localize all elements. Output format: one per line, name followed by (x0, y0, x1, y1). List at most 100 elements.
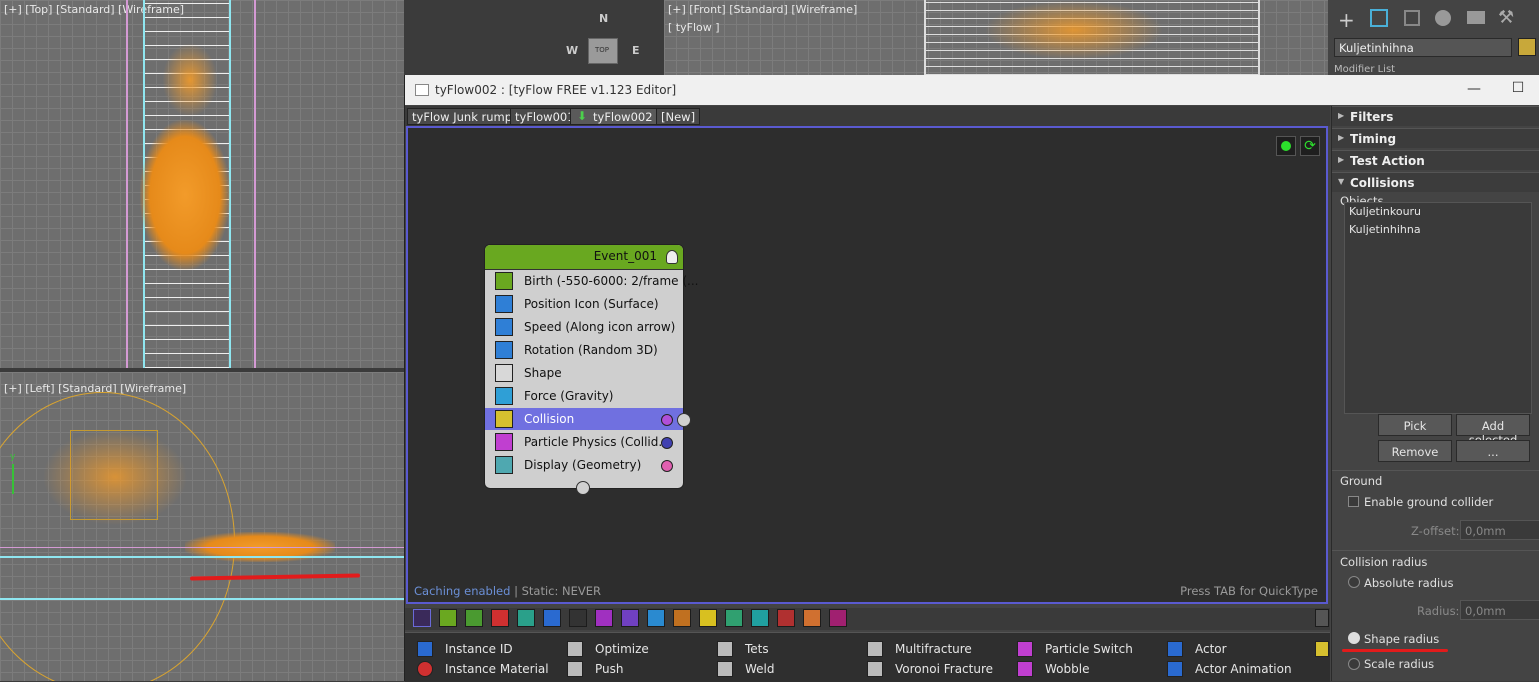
category-arrow-icon[interactable] (751, 609, 769, 627)
physics-output-dot[interactable] (661, 437, 673, 449)
category-cyan-icon[interactable] (647, 609, 665, 627)
operator-speed-label: Speed (Along icon arrow) (524, 320, 676, 334)
create-tab-icon[interactable]: + (1338, 8, 1355, 32)
category-magenta-icon[interactable] (829, 609, 847, 627)
collision-output-connector[interactable] (677, 413, 691, 427)
operator-particle-physics[interactable]: Particle Physics (Collid... (485, 431, 683, 453)
operator-force[interactable]: Force (Gravity) (485, 385, 683, 407)
operator-shape[interactable]: Shape (485, 362, 683, 384)
refresh-button[interactable]: ⟳ (1300, 136, 1320, 156)
event-bulb-icon[interactable] (666, 250, 678, 264)
operator-rotation[interactable]: Rotation (Random 3D) (485, 339, 683, 361)
object-name-field[interactable]: Kuljetinhihna (1334, 38, 1512, 57)
category-green-icon[interactable] (465, 609, 483, 627)
operator-display-label: Display (Geometry) (524, 458, 642, 472)
viewport-top[interactable]: [+] [Top] [Standard] [Wireframe] (0, 0, 404, 368)
object-color-swatch[interactable] (1518, 38, 1536, 56)
refresh-icon: ⟳ (1304, 138, 1316, 154)
category-blue-icon[interactable] (543, 609, 561, 627)
maximize-button[interactable]: ☐ (1503, 80, 1533, 96)
category-orange-icon[interactable] (673, 609, 691, 627)
force-icon (495, 387, 513, 405)
category-dark-icon[interactable] (569, 609, 587, 627)
add-selected-button[interactable]: Add selected (1456, 414, 1530, 447)
operator-birth[interactable]: Birth (-550-6000: 2/frame (... (485, 270, 698, 292)
operator-collision[interactable]: Collision (485, 408, 683, 430)
enable-ground-checkbox[interactable] (1348, 496, 1359, 507)
object-list-item[interactable]: Kuljetinhihna (1345, 221, 1531, 239)
event-title[interactable]: Event_001 (485, 245, 683, 270)
rollout-timing[interactable]: ▶ Timing (1332, 128, 1539, 148)
category-seagreen-icon[interactable] (725, 609, 743, 627)
tab-tyflow002[interactable]: ⬇ tyFlow002 (570, 108, 658, 125)
ground-label: Ground (1340, 474, 1383, 488)
editor-titlebar[interactable]: tyFlow002 : [tyFlow FREE v1.123 Editor] … (405, 75, 1539, 105)
rollout-collisions[interactable]: ▼ Collisions (1332, 172, 1539, 192)
collapsed-arrow-icon: ▶ (1338, 111, 1345, 120)
hierarchy-tab-icon[interactable] (1404, 10, 1420, 26)
viewport-left[interactable]: [+] [Left] [Standard] [Wireframe] y (0, 372, 404, 681)
speed-icon (495, 318, 513, 336)
absolute-radius-radio[interactable] (1348, 576, 1360, 588)
operator-speed[interactable]: Speed (Along icon arrow) (485, 316, 683, 338)
event-node[interactable]: Event_001 Birth (-550-6000: 2/frame (...… (484, 244, 698, 495)
viewport-front-sub-label[interactable]: [ tyFlow ] (668, 21, 720, 34)
rollout-filters[interactable]: ▶ Filters (1332, 106, 1539, 126)
status-bar-left: Caching enabled | Static: NEVER (414, 584, 601, 598)
particles-top-2 (160, 40, 220, 120)
category-teal-icon[interactable] (517, 609, 535, 627)
display-tab-icon[interactable] (1467, 11, 1485, 24)
shape-icon (495, 364, 513, 382)
editor-title: tyFlow002 : [tyFlow FREE v1.123 Editor] (435, 83, 677, 97)
category-red-icon[interactable] (777, 609, 795, 627)
enable-sim-button[interactable] (1276, 136, 1296, 156)
push-icon (567, 661, 583, 677)
remove-button[interactable]: Remove (1378, 440, 1452, 462)
scale-radius-radio[interactable] (1348, 658, 1360, 670)
instance-material-icon (417, 661, 433, 677)
particles-left (40, 427, 190, 527)
weld-icon (717, 661, 733, 677)
category-gradient-icon[interactable] (803, 609, 821, 627)
object-list-item[interactable]: Kuljetinkouru (1345, 203, 1531, 221)
motion-tab-icon[interactable] (1435, 10, 1451, 26)
operator-birth-label: Birth (-550-6000: 2/frame (... (524, 274, 699, 288)
modify-tab-icon[interactable] (1370, 9, 1388, 27)
rotation-icon (495, 341, 513, 359)
category-delete-icon[interactable] (491, 609, 509, 627)
rollout-test-action[interactable]: ▶ Test Action (1332, 150, 1539, 170)
display-output-dot[interactable] (661, 460, 673, 472)
compass-e: E (632, 44, 640, 57)
radius-label: Radius: (1417, 604, 1460, 618)
collision-icon (495, 410, 513, 428)
shape-radius-label: Shape radius (1364, 632, 1440, 646)
particles-front (984, 0, 1164, 60)
instance-id-icon (417, 641, 433, 657)
physics-icon (495, 433, 513, 451)
category-yellow-icon[interactable] (699, 609, 717, 627)
flow-canvas[interactable]: ⟳ Event_001 Birth (-550-6000: 2/frame (.… (406, 126, 1328, 604)
category-scroll-icon[interactable] (1315, 609, 1329, 627)
objects-listbox[interactable]: Kuljetinkouru Kuljetinhihna (1344, 202, 1532, 414)
minimize-button[interactable]: — (1459, 81, 1489, 97)
viewport-front-label[interactable]: [+] [Front] [Standard] [Wireframe] (668, 3, 857, 16)
operator-display[interactable]: Display (Geometry) (485, 454, 683, 476)
radius-field[interactable]: 0,0mm (1460, 600, 1539, 620)
utilities-tab-icon[interactable]: ⚒ (1498, 7, 1514, 28)
more-options-button[interactable]: ... (1456, 440, 1530, 462)
collision-output-dot[interactable] (661, 414, 673, 426)
category-violet-icon[interactable] (621, 609, 639, 627)
viewport-front[interactable]: [+] [Front] [Standard] [Wireframe] [ tyF… (664, 0, 1328, 75)
operator-position-label: Position Icon (Surface) (524, 297, 659, 311)
tab-new[interactable]: [New] (656, 108, 701, 125)
category-birth-icon[interactable] (439, 609, 457, 627)
shape-radius-radio[interactable] (1348, 632, 1360, 644)
pick-button[interactable]: Pick (1378, 414, 1452, 436)
category-purple-icon[interactable] (595, 609, 613, 627)
event-input-connector[interactable] (576, 481, 590, 495)
category-all-icon[interactable] (413, 609, 431, 627)
tab-tyflow-junk-rumpu[interactable]: tyFlow Junk rumpu (407, 108, 525, 125)
operator-position-icon[interactable]: Position Icon (Surface) (485, 293, 683, 315)
scale-radius-label: Scale radius (1364, 657, 1435, 671)
z-offset-field[interactable]: 0,0mm (1460, 520, 1539, 540)
